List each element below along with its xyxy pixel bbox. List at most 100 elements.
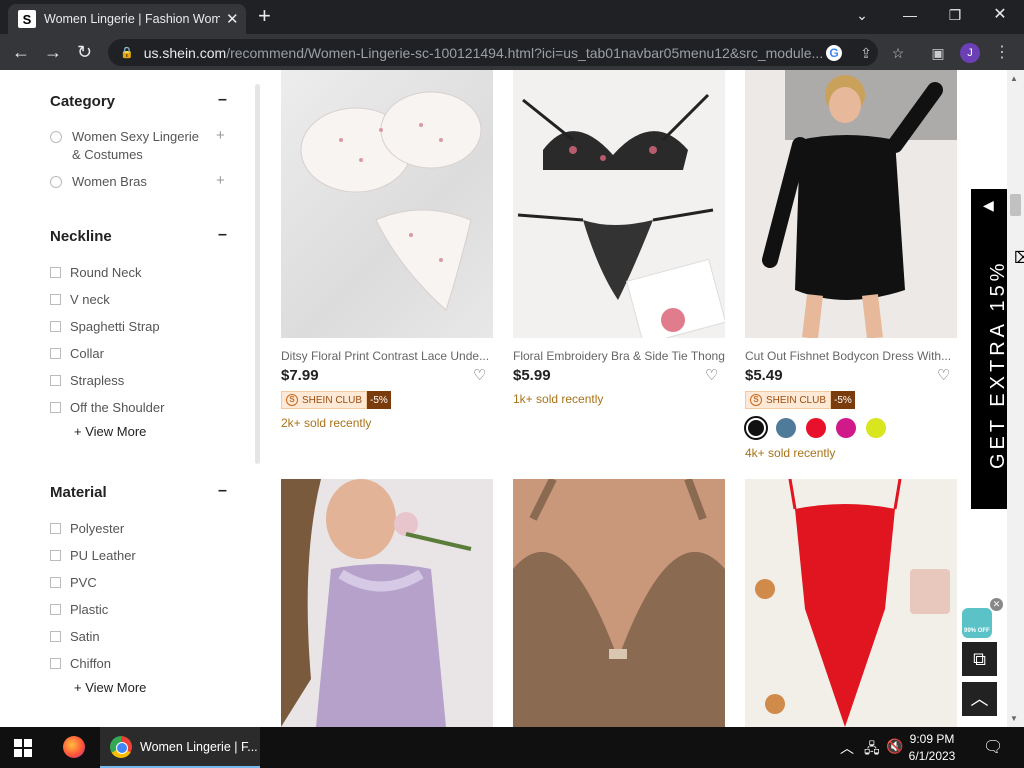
color-swatch[interactable]: [744, 416, 768, 440]
filter-option[interactable]: Women Sexy Lingerie & Costumes: [50, 128, 210, 164]
checkbox[interactable]: [50, 294, 61, 305]
checkbox[interactable]: [50, 604, 61, 615]
color-swatch[interactable]: [806, 418, 826, 438]
tab-title: Women Lingerie | Fashion Wome: [44, 12, 220, 26]
extra-discount-banner[interactable]: ◀ GET EXTRA 15%: [971, 189, 1009, 509]
collapse-icon[interactable]: –: [218, 91, 227, 109]
taskbar-app-label: Women Lingerie | F...: [140, 739, 258, 754]
sidebar-scrollbar[interactable]: [255, 84, 260, 464]
minimize-icon[interactable]: —: [890, 4, 930, 26]
filter-option[interactable]: Spaghetti Strap: [50, 318, 160, 336]
side-panel-icon[interactable]: ▣: [930, 45, 946, 61]
radio-icon[interactable]: [50, 176, 62, 188]
coupon-popup[interactable]: 99% OFF ✕: [962, 598, 1003, 638]
filter-option[interactable]: PVC: [50, 574, 97, 592]
bodycon-dress-illustration: [762, 70, 957, 338]
filter-option[interactable]: Satin: [50, 628, 100, 646]
scrollbar-thumb[interactable]: [1010, 194, 1021, 216]
checkbox[interactable]: [50, 375, 61, 386]
wishlist-heart-icon[interactable]: ♡: [937, 366, 950, 384]
sold-count: 2k+ sold recently: [281, 416, 372, 430]
filter-option[interactable]: Polyester: [50, 520, 124, 538]
system-clock[interactable]: 9:09 PM 6/1/2023: [904, 731, 960, 765]
filter-option[interactable]: Off the Shoulder: [50, 399, 164, 417]
share-icon[interactable]: ⇪: [858, 45, 874, 61]
collapse-icon[interactable]: –: [218, 482, 227, 500]
coupon-badge-text: 99% OFF: [964, 628, 990, 634]
checkbox[interactable]: [50, 658, 61, 669]
checkbox[interactable]: [50, 523, 61, 534]
mouse-cursor-icon: ⌦: [1014, 248, 1024, 268]
color-swatch[interactable]: [836, 418, 856, 438]
menu-kebab-icon[interactable]: ⋮: [994, 45, 1010, 61]
filter-option[interactable]: Plastic: [50, 601, 108, 619]
close-tab-icon[interactable]: ✕: [226, 10, 239, 28]
bookmark-star-icon[interactable]: ☆: [890, 45, 906, 61]
shein-club-badge: S SHEIN CLUB -5%: [281, 391, 391, 409]
radio-icon[interactable]: [50, 131, 62, 143]
filter-option[interactable]: V neck: [50, 291, 110, 309]
google-lens-icon[interactable]: G: [826, 45, 842, 61]
filter-option[interactable]: Chiffon: [50, 655, 111, 673]
close-window-icon[interactable]: ✕: [980, 4, 1020, 26]
product-image[interactable]: [745, 479, 957, 727]
product-image[interactable]: [281, 479, 493, 727]
notifications-icon[interactable]: 🗨: [983, 737, 1003, 757]
network-icon[interactable]: 🖧: [864, 738, 880, 762]
filter-option[interactable]: Women Bras: [50, 173, 147, 191]
restore-icon[interactable]: ❐: [935, 4, 975, 26]
product-image[interactable]: [513, 70, 725, 338]
expand-icon[interactable]: +: [216, 127, 225, 144]
embroidery-bra-illustration: [517, 93, 725, 338]
view-more-link[interactable]: + View More: [74, 424, 146, 439]
product-name[interactable]: Cut Out Fishnet Bodycon Dress With...: [745, 349, 957, 363]
checkbox[interactable]: [50, 631, 61, 642]
url-text: us.shein.com/recommend/Women-Lingerie-sc…: [143, 44, 824, 61]
checkbox[interactable]: [50, 267, 61, 278]
color-swatch[interactable]: [776, 418, 796, 438]
filter-option[interactable]: PU Leather: [50, 547, 136, 565]
back-to-top-icon[interactable]: ︿: [962, 682, 997, 716]
taskbar-chrome-app[interactable]: Women Lingerie | F...: [100, 727, 260, 768]
checkbox[interactable]: [50, 348, 61, 359]
color-swatch[interactable]: [866, 418, 886, 438]
checkbox[interactable]: [50, 550, 61, 561]
forward-icon[interactable]: →: [44, 42, 62, 62]
address-bar[interactable]: 🔒 us.shein.com/recommend/Women-Lingerie-…: [108, 39, 878, 66]
back-icon[interactable]: ←: [12, 42, 30, 62]
expand-icon[interactable]: +: [216, 172, 225, 189]
product-image[interactable]: [745, 70, 957, 338]
firefox-icon[interactable]: [63, 736, 85, 758]
category-heading: Category: [50, 93, 116, 110]
checkbox[interactable]: [50, 402, 61, 413]
tray-chevron-icon[interactable]: ︿: [840, 738, 854, 758]
filter-option[interactable]: Round Neck: [50, 264, 142, 282]
compare-icon[interactable]: ⧉: [962, 642, 997, 676]
profile-avatar[interactable]: J: [960, 43, 980, 63]
scroll-up-arrow-icon[interactable]: ▲: [1010, 74, 1018, 83]
collapse-icon[interactable]: –: [218, 226, 227, 244]
checkbox[interactable]: [50, 577, 61, 588]
filter-option[interactable]: Collar: [50, 345, 104, 363]
new-tab-icon[interactable]: +: [258, 4, 271, 28]
wishlist-heart-icon[interactable]: ♡: [473, 366, 486, 384]
scroll-down-arrow-icon[interactable]: ▼: [1010, 714, 1018, 723]
filter-option[interactable]: Strapless: [50, 372, 124, 390]
sold-count: 1k+ sold recently: [513, 392, 604, 406]
volume-muted-icon[interactable]: 🔇: [886, 738, 903, 755]
close-icon[interactable]: ✕: [990, 598, 1003, 611]
product-name[interactable]: Floral Embroidery Bra & Side Tie Thong: [513, 349, 725, 363]
tab-search-icon[interactable]: ⌄: [842, 4, 882, 26]
wishlist-heart-icon[interactable]: ♡: [705, 366, 718, 384]
browser-tab[interactable]: S Women Lingerie | Fashion Wome ✕: [8, 4, 246, 34]
reload-icon[interactable]: ↻: [77, 42, 92, 62]
shein-club-icon: S: [750, 394, 762, 406]
view-more-link[interactable]: + View More: [74, 680, 146, 695]
checkbox[interactable]: [50, 321, 61, 332]
product-image[interactable]: [281, 70, 493, 338]
windows-start-icon[interactable]: [14, 739, 32, 762]
product-name[interactable]: Ditsy Floral Print Contrast Lace Unde...: [281, 349, 493, 363]
material-heading: Material: [50, 484, 107, 501]
chrome-icon: [110, 735, 132, 758]
product-image[interactable]: [513, 479, 725, 727]
